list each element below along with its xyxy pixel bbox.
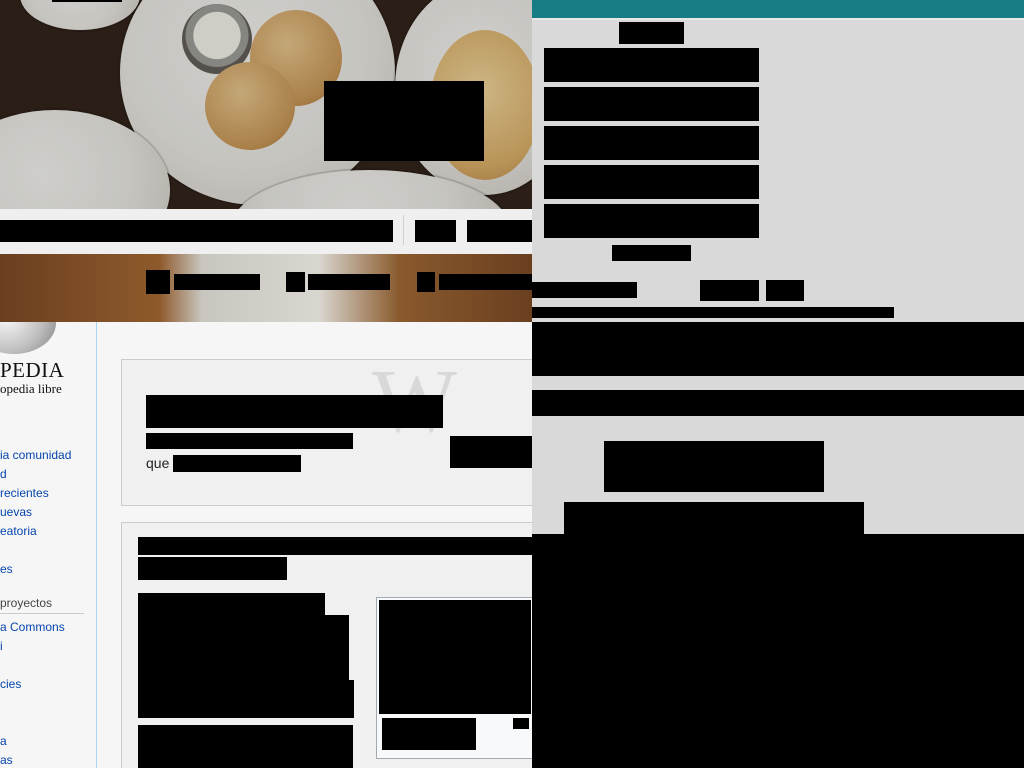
content-card[interactable] [604, 441, 824, 492]
search-input[interactable] [0, 220, 393, 242]
sidebar-link[interactable]: uevas [0, 505, 32, 519]
sidebar-link[interactable]: a Commons [0, 620, 65, 634]
option-button[interactable] [544, 165, 759, 199]
featured-subheader [138, 557, 287, 580]
sidebar-link[interactable]: a [0, 734, 7, 748]
sidebar-link[interactable]: cies [0, 677, 21, 691]
featured-text [138, 615, 349, 682]
sidebar-link[interactable]: d [0, 467, 7, 481]
welcome-title [146, 395, 443, 428]
nav-item-label[interactable] [439, 274, 532, 290]
option-button[interactable] [544, 48, 759, 82]
welcome-article-count[interactable] [173, 455, 301, 472]
wiki-main-content: W que [97, 322, 532, 768]
enlarge-icon[interactable] [513, 718, 529, 729]
search-button[interactable] [415, 220, 456, 242]
search-bar [0, 209, 532, 254]
featured-text [138, 725, 353, 768]
row-link[interactable] [532, 307, 894, 318]
option-button[interactable] [544, 87, 759, 121]
nav-icon[interactable] [417, 272, 435, 292]
wiki-logo-title: PEDIA [0, 358, 65, 382]
form-panel [532, 0, 1024, 264]
content-block [532, 322, 1024, 376]
signin-button[interactable] [467, 220, 532, 242]
sidebar-divider [0, 613, 84, 614]
sidebar-link[interactable]: i [0, 639, 3, 653]
welcome-side-button[interactable] [450, 436, 532, 468]
wikipedia-globe-logo[interactable] [0, 322, 56, 354]
nav-icon[interactable] [286, 272, 305, 292]
sidebar-link[interactable]: recientes [0, 486, 49, 500]
featured-image-frame [376, 597, 532, 759]
hero-badge [324, 81, 484, 161]
option-button[interactable] [544, 126, 759, 160]
wikipedia-panel: PEDIA opedia libre ia comunidad d recien… [0, 322, 532, 768]
nav-item-label[interactable] [174, 274, 260, 290]
nav-icon[interactable] [146, 270, 170, 294]
welcome-text-prefix: que [146, 455, 170, 471]
divider [403, 215, 404, 245]
option-button[interactable] [544, 204, 759, 238]
welcome-box: W que [121, 352, 532, 506]
sidebar-link[interactable]: ia comunidad [0, 448, 71, 462]
sidebar-link[interactable]: es [0, 562, 13, 576]
top-link[interactable] [52, 0, 122, 2]
row-button[interactable] [766, 280, 804, 301]
nav-item-label[interactable] [308, 274, 390, 290]
row-label [532, 282, 637, 298]
wiki-sidebar: PEDIA opedia libre ia comunidad d recien… [0, 322, 97, 768]
form-header-label [619, 22, 684, 44]
featured-header [138, 537, 532, 555]
form-footer-link[interactable] [612, 245, 691, 261]
sidebar-link[interactable]: as [0, 753, 13, 767]
sidebar-section-heading: proyectos [0, 596, 53, 610]
wiki-logo-subtitle: opedia libre [0, 381, 62, 396]
featured-text [138, 593, 325, 617]
content-region [532, 534, 1024, 768]
featured-image[interactable] [379, 600, 531, 714]
welcome-subtitle [146, 433, 353, 449]
food-site-panel [0, 0, 532, 322]
featured-box [121, 522, 532, 768]
accent-header-bar [532, 0, 1024, 18]
category-nav [0, 254, 532, 322]
content-block [532, 390, 1024, 416]
row-button[interactable] [700, 280, 759, 301]
sidebar-link[interactable]: eatoria [0, 524, 37, 538]
featured-text [138, 680, 354, 718]
lower-right-panel [532, 264, 1024, 768]
featured-image-caption [382, 718, 476, 750]
